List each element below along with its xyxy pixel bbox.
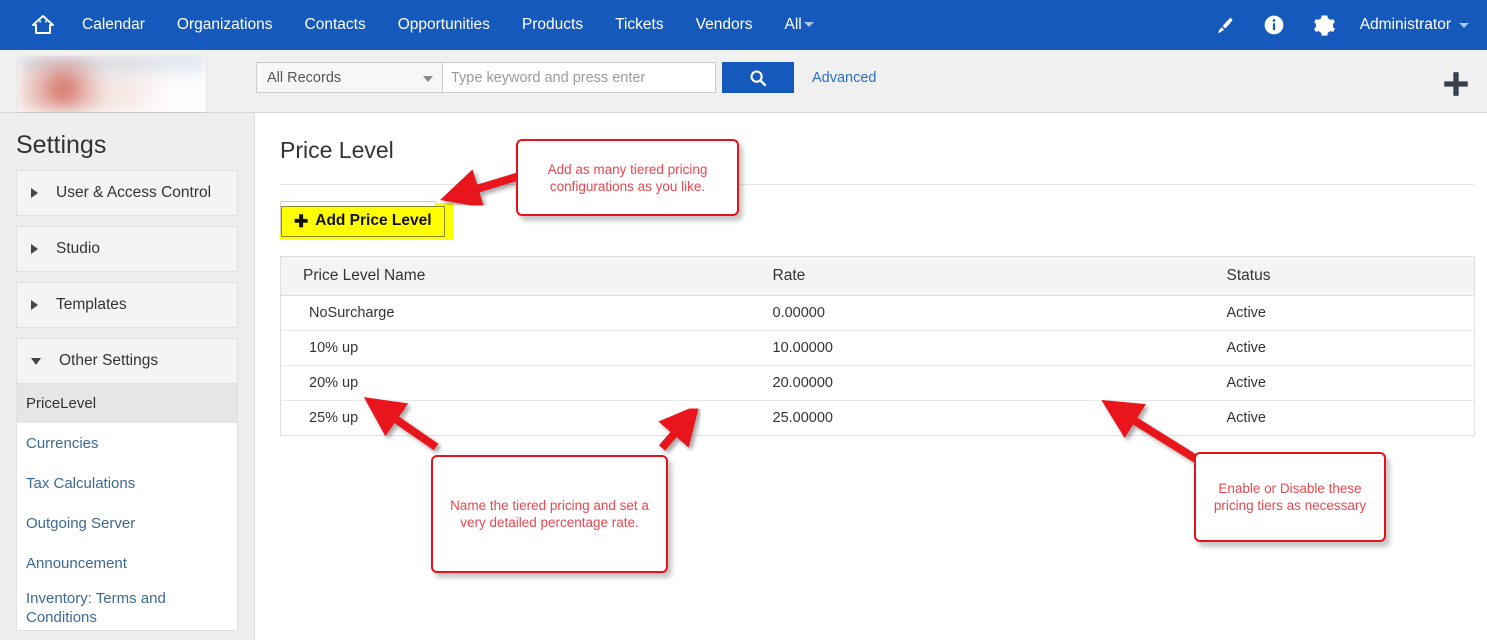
sidebar-item-inventory-terms-and-conditions[interactable]: Inventory: Terms and Conditions <box>17 584 237 630</box>
sidebar-group-header-user-access-control[interactable]: User & Access Control <box>16 170 238 216</box>
plus-icon: ✚ <box>294 213 308 230</box>
triangle-right-icon <box>31 244 38 254</box>
sidebar-group-header-templates[interactable]: Templates <box>16 282 238 328</box>
search-scope-select[interactable]: All Records <box>256 62 442 93</box>
advanced-search-link[interactable]: Advanced <box>812 70 877 86</box>
sidebar-item-outgoing-server[interactable]: Outgoing Server <box>17 504 237 544</box>
cell-rate: 25.00000 <box>679 401 1049 436</box>
sidebar-group-templates: Templates <box>16 282 238 328</box>
home-icon[interactable] <box>20 12 66 38</box>
sidebar-group-other-settings: Other Settings PriceLevel Currencies Tax… <box>16 338 238 631</box>
page-title: Price Level <box>280 137 1473 164</box>
primary-nav-links: Calendar Organizations Contacts Opportun… <box>66 0 820 50</box>
table-row[interactable]: 25% up 25.00000 Active <box>281 401 1475 436</box>
chevron-down-icon <box>804 22 814 27</box>
add-price-level-button-overlay[interactable]: ✚ Add Price Level <box>281 206 445 237</box>
user-menu-label[interactable]: Administrator <box>1360 16 1451 34</box>
nav-item-opportunities[interactable]: Opportunities <box>382 0 506 50</box>
column-header-price-level-name[interactable]: Price Level Name <box>281 257 679 296</box>
sidebar-item-pricelevel[interactable]: PriceLevel <box>17 384 237 424</box>
nav-item-all[interactable]: All <box>769 0 820 50</box>
nav-item-all-label: All <box>785 16 802 33</box>
gear-icon[interactable] <box>1313 14 1336 37</box>
logo-blurred-image <box>18 56 206 112</box>
triangle-right-icon <box>31 300 38 310</box>
cell-price-level-name: NoSurcharge <box>281 296 679 331</box>
search-button[interactable] <box>722 62 794 93</box>
cell-rate: 20.00000 <box>679 366 1049 401</box>
nav-right-actions: Administrator <box>1199 0 1487 50</box>
cell-price-level-name: 10% up <box>281 331 679 366</box>
sidebar-item-currencies[interactable]: Currencies <box>17 424 237 464</box>
sidebar-group-user-access-control: User & Access Control <box>16 170 238 216</box>
sidebar-item-tax-calculations[interactable]: Tax Calculations <box>17 464 237 504</box>
table-row[interactable]: 20% up 20.00000 Active <box>281 366 1475 401</box>
cell-status: Active <box>1049 366 1475 401</box>
table-row[interactable]: 10% up 10.00000 Active <box>281 331 1475 366</box>
cell-status: Active <box>1049 331 1475 366</box>
cell-status: Active <box>1049 296 1475 331</box>
company-logo <box>18 56 206 112</box>
nav-item-vendors[interactable]: Vendors <box>680 0 769 50</box>
triangle-right-icon <box>31 188 38 198</box>
cell-status: Active <box>1049 401 1475 436</box>
nav-item-organizations[interactable]: Organizations <box>161 0 289 50</box>
top-navigation-bar: Calendar Organizations Contacts Opportun… <box>0 0 1487 50</box>
nav-item-tickets[interactable]: Tickets <box>599 0 680 50</box>
sidebar-group-header-studio[interactable]: Studio <box>16 226 238 272</box>
sidebar-group-header-other-settings[interactable]: Other Settings <box>16 338 238 384</box>
table-header: Price Level Name Rate Status <box>281 257 1475 296</box>
nav-item-calendar[interactable]: Calendar <box>66 0 161 50</box>
add-record-button[interactable] <box>1441 69 1471 104</box>
search-input[interactable] <box>442 62 716 93</box>
search-scope-value: All Records <box>267 70 341 86</box>
title-divider <box>280 184 1474 185</box>
sidebar-group-label: User & Access Control <box>56 184 211 202</box>
add-price-level-overlay-label: Add Price Level <box>315 212 431 230</box>
brush-icon[interactable] <box>1213 14 1235 36</box>
nav-item-products[interactable]: Products <box>506 0 599 50</box>
sidebar-group-studio: Studio <box>16 226 238 272</box>
sidebar-group-label: Studio <box>56 240 100 258</box>
info-icon[interactable] <box>1263 14 1285 36</box>
column-header-status[interactable]: Status <box>1049 257 1475 296</box>
cell-rate: 0.00000 <box>679 296 1049 331</box>
app-window: Calendar Organizations Contacts Opportun… <box>0 0 1487 640</box>
table-header-row: Price Level Name Rate Status <box>281 257 1475 296</box>
table-body: NoSurcharge 0.00000 Active 10% up 10.000… <box>281 296 1475 436</box>
sidebar-other-settings-list: PriceLevel Currencies Tax Calculations O… <box>16 384 238 631</box>
magnifier-icon <box>749 69 767 87</box>
table-row[interactable]: NoSurcharge 0.00000 Active <box>281 296 1475 331</box>
cell-price-level-name: 25% up <box>281 401 679 436</box>
sidebar-title: Settings <box>0 113 254 170</box>
plus-icon <box>1441 69 1471 99</box>
global-search: All Records Advanced <box>256 62 877 93</box>
sub-header-bar: All Records Advanced <box>0 50 1487 113</box>
settings-sidebar: Settings User & Access Control Studio Te… <box>0 113 255 640</box>
nav-item-contacts[interactable]: Contacts <box>289 0 382 50</box>
chevron-down-icon[interactable] <box>1459 23 1469 28</box>
cell-rate: 10.00000 <box>679 331 1049 366</box>
cell-price-level-name: 20% up <box>281 366 679 401</box>
sidebar-item-announcement[interactable]: Announcement <box>17 544 237 584</box>
chevron-down-icon <box>423 76 433 82</box>
sidebar-group-label: Other Settings <box>59 352 158 370</box>
annotation-add-price-level: Add as many tiered pricing configuration… <box>516 139 739 216</box>
annotation-name-and-rate: Name the tiered pricing and set a very d… <box>431 455 668 573</box>
annotation-status-toggle: Enable or Disable these pricing tiers as… <box>1194 452 1386 542</box>
triangle-down-icon <box>31 358 41 365</box>
column-header-rate[interactable]: Rate <box>679 257 1049 296</box>
price-level-table: Price Level Name Rate Status NoSurcharge… <box>280 256 1475 436</box>
sidebar-group-label: Templates <box>56 296 127 314</box>
